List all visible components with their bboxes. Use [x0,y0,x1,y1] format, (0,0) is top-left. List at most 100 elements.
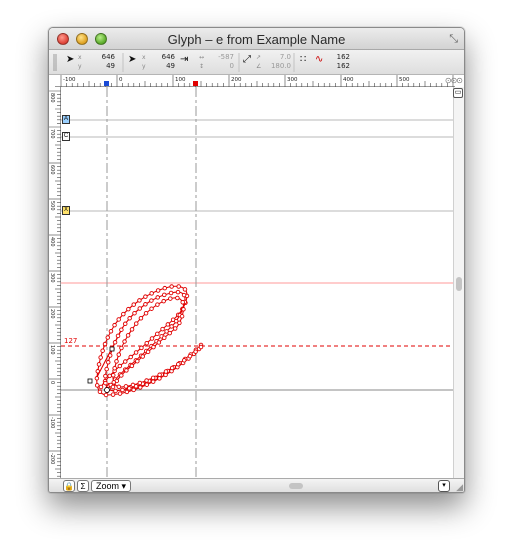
outline-node [149,291,154,296]
outline-node [129,363,135,369]
curve-value-a: 162 [336,53,350,61]
outline-node [143,294,148,299]
ruler-label: -100 [49,417,55,428]
ruler-label: 300 [287,77,298,83]
resize-grip-icon[interactable]: ◢ [456,482,463,492]
sigma-icon[interactable]: Σ [77,480,89,492]
outline-node [96,362,102,367]
ruler-label: 400 [49,237,55,247]
outline-node [155,288,161,293]
outline-node [105,335,111,340]
outline-node [149,336,155,341]
ruler-label: 700 [49,129,55,139]
outline-node [110,384,116,390]
outline-node [144,340,149,346]
outline-node [128,354,133,360]
outline-node [156,340,162,345]
pointer-x-label: x [78,54,82,61]
outline-node [112,322,117,328]
outline-node [120,387,125,393]
vertical-ruler[interactable]: 800 700 600 500 400 300 200 100 0 -100 -200 [49,87,61,478]
selection-x-value: 646 [161,53,175,61]
outline-node [119,345,124,351]
outline-node [116,352,122,357]
outline-node [94,383,100,388]
selection-y-label: y [142,63,146,70]
measure-dx-icon: ↔ [199,54,205,61]
outline-node [162,285,168,291]
outline-node [149,298,154,303]
zoom-popup-button[interactable]: Zoom ▾ [91,480,132,492]
horizontal-ruler[interactable]: -1000100200300400500600700800 [55,75,455,87]
outline-node [98,384,104,390]
outline-node [124,389,130,395]
ruler-label: 500 [49,201,55,211]
horizontal-scroll-thumb[interactable] [289,483,303,489]
measure-dy-value: 0 [229,62,234,70]
outline-node [103,373,108,379]
outline-node [167,330,172,336]
measure-dy-icon: ↕ [199,63,205,70]
fullscreen-icon[interactable]: ⤡ [449,33,458,46]
measure-icon: ⇥ [180,54,189,65]
outline-node [102,341,108,347]
outline-node [117,391,123,396]
outline-node [123,359,128,364]
outline-node [143,310,149,316]
outline-node [127,316,132,321]
ruler-angle-icon: ⤢ [243,54,251,65]
outline-node [157,372,162,378]
outline-node [123,384,129,389]
outline-node [175,289,181,295]
pointer-y-label: y [78,63,82,70]
vertical-scroll-thumb[interactable] [456,277,462,291]
outline-node [121,311,126,317]
split-view-icon[interactable]: ▭ [453,88,463,98]
outline-node [181,358,187,363]
outline-node [131,387,136,393]
outline-node [137,298,142,303]
outline-node [180,299,185,305]
outline-node [168,296,173,301]
outline-node [162,335,167,341]
outline-node [103,380,108,386]
glyph-canvas[interactable]: 127 A C X [61,87,454,478]
outline-node [116,317,121,322]
origin-marker [104,387,110,393]
sidebearing-marker [193,81,198,86]
outline-node [155,295,160,300]
ruler-label: 300 [49,273,55,283]
outline-node [111,373,116,378]
outline-node [168,290,174,296]
selection-arrow-icon: ➤ [128,54,137,65]
angle-icon: ∠ [256,63,262,70]
x-height-marker[interactable]: X [62,206,70,215]
cap-height-marker[interactable]: C [62,132,70,141]
outline-node [107,353,113,358]
info-toolbar: ➤ x y 646 49 ➤ x y 646 49 ⇥ ↔ ↕ -587 0 ⤢… [49,50,464,75]
measure-value-label: 127 [64,337,77,345]
outline-node [137,306,143,311]
outline-node [130,382,136,388]
lock-icon[interactable]: 🔒 [63,480,75,492]
outline-node [122,339,127,344]
selection-x-label: x [142,54,146,61]
title-bar[interactable]: Glyph – e from Example Name ⤡ [49,28,464,50]
outline-node [119,373,124,378]
outline-node [112,340,118,345]
view-options-icon[interactable]: ⊙⊙⊙ [445,76,463,85]
outline-node [169,365,175,371]
outline-node [140,354,145,359]
window-title: Glyph – e from Example Name [167,32,346,47]
outline-node [139,345,144,351]
outline-node [100,348,105,353]
baseline-anchor-node [87,378,93,384]
ascender-marker[interactable]: A [62,115,70,124]
layer-menu-icon[interactable]: ▾ [438,480,450,492]
outline-node [133,321,139,326]
ruler-label: -100 [63,77,76,83]
vertical-scrollbar[interactable] [453,87,464,478]
ruler-label: 0 [119,77,123,83]
outline-node [94,376,100,381]
selection-y-value: 49 [166,62,175,70]
